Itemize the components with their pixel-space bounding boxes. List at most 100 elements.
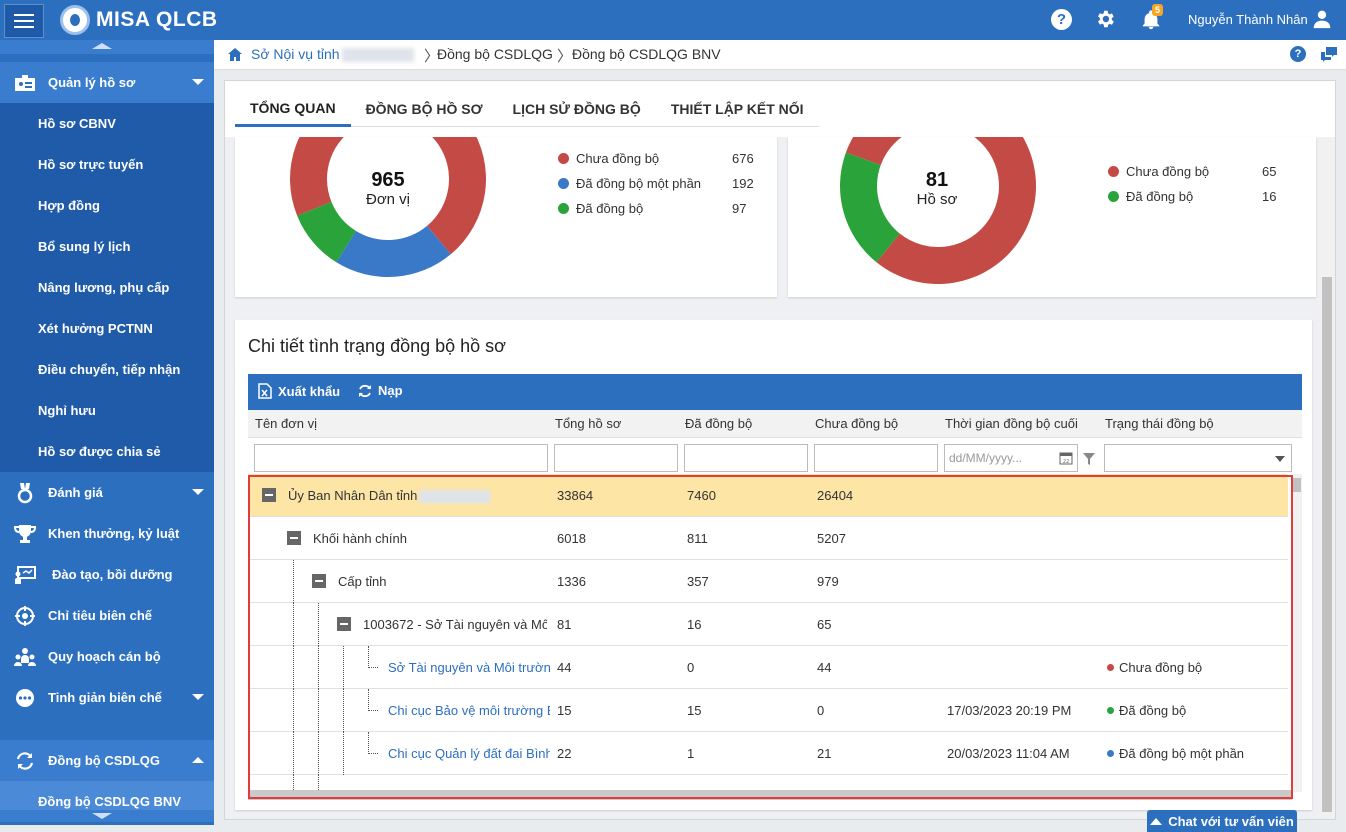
cell-name-link[interactable]: Sở Tài nguyên và Môi trường [388,660,550,675]
sidebar-item-label: Hồ sơ được chia sẻ [38,444,161,459]
table-row[interactable]: Ủy Ban Nhân Dân tỉnh 33864 7460 26404 [248,474,1288,517]
cell-name-link[interactable]: Chi cục Quản lý đất đai Bình [388,746,550,761]
sidebar-group-quy-hoach[interactable]: Quy hoạch cán bộ [0,636,214,677]
sidebar-item-nghi-huu[interactable]: Nghỉ hưu [0,390,214,431]
table-row[interactable]: Khối hành chính 6018 811 5207 [248,517,1288,560]
tree-line [293,646,294,689]
sidebar-item-nang-luong[interactable]: Nâng lương, phụ cấp [0,267,214,308]
cell-total: 44 [557,660,572,675]
sidebar-scroll-up[interactable] [0,40,214,54]
sidebar-group-chi-tieu[interactable]: Chỉ tiêu biên chế [0,595,214,636]
user-name[interactable]: Nguyễn Thành Nhân [1188,12,1308,27]
content-scrollbar[interactable] [1319,137,1335,817]
tab-dong-bo-ho-so[interactable]: ĐỒNG BỘ HỒ SƠ [351,91,498,127]
filter-icon[interactable] [1082,452,1096,466]
sidebar-item-ho-so-chia-se[interactable]: Hồ sơ được chia sẻ [0,431,214,472]
status-badge: Đã đồng bộ một phần [1107,746,1244,761]
column-header-trang-thai[interactable]: Trạng thái đồng bộ [1105,416,1214,431]
tab-thiet-lap-ket-noi[interactable]: THIẾT LẬP KẾT NỐI [656,91,819,127]
table-row[interactable]: Cấp tỉnh 1336 357 979 [248,560,1288,603]
breadcrumb-item-dong-bo-csdlqg[interactable]: Đồng bộ CSDLQG [437,46,553,62]
sidebar-group-label: Đồng bộ CSDLQG [48,753,160,768]
column-header-da-dong-bo[interactable]: Đã đồng bộ [685,416,752,431]
export-button[interactable]: Xuất khẩu [258,383,340,399]
column-header-ten-don-vi[interactable]: Tên đơn vị [255,416,317,431]
column-header-thoi-gian[interactable]: Thời gian đồng bộ cuối [945,416,1078,431]
help-icon[interactable]: ? [1290,46,1306,62]
sync-icon [14,750,36,772]
cell-total: 33864 [557,488,594,503]
collapse-icon[interactable] [287,531,301,545]
table-row[interactable]: Chi cục Quản lý đất đai Bình 22 1 21 20/… [248,732,1288,775]
sidebar-item-label: Nâng lương, phụ cấp [38,280,170,295]
column-header-chua-dong-bo[interactable]: Chưa đồng bộ [815,416,898,431]
reload-button[interactable]: Nạp [358,383,403,398]
sidebar-group-quan-ly-ho-so[interactable]: Quản lý hồ sơ [0,62,214,103]
table-row[interactable]: 1003672 - Sở Tài nguyên và Môi 81 16 65 [248,603,1288,646]
table-scrollbar[interactable] [1292,474,1302,792]
filter-tong-ho-so-input[interactable] [554,444,678,472]
breadcrumb-item-so-noi-vu[interactable]: Sở Nội vụ tỉnh [251,46,414,63]
chart-card-ho-so: 81 Hồ sơ Chưa đồng bộ 65 Đã đồng bộ 16 [788,137,1316,297]
table-row[interactable]: Sở Tài nguyên và Môi trường 44 0 44 Chưa… [248,646,1288,689]
sidebar-scroll-down[interactable] [0,810,214,822]
legend-dot [1108,190,1119,202]
table-horizontal-scrollbar[interactable] [248,790,1292,800]
filter-ten-don-vi-input[interactable] [254,444,548,472]
svg-text:22: 22 [1063,459,1069,465]
help-icon[interactable]: ? [1051,9,1072,30]
legend-dot [1108,165,1119,177]
home-icon[interactable] [227,47,243,62]
sidebar-item-dieu-chuyen[interactable]: Điều chuyển, tiếp nhận [0,349,214,390]
filter-trang-thai-select[interactable] [1104,444,1292,472]
cell-name-link[interactable]: Chi cục Bảo vệ môi trường E [388,703,550,718]
sidebar-item-hop-dong[interactable]: Hợp đồng [0,185,214,226]
notification-badge: 5 [1152,4,1164,16]
tab-lich-su-dong-bo[interactable]: LỊCH SỬ ĐỒNG BỘ [498,91,656,127]
sidebar-item-ho-so-cbnv[interactable]: Hồ sơ CBNV [0,103,214,144]
cell-unsynced: 5207 [817,531,846,546]
sidebar-item-label: Đồng bộ CSDLQG BNV [38,794,181,809]
tree-line [293,732,294,775]
sidebar-group-tinh-gian[interactable]: Tinh giản biên chế [0,677,214,718]
sidebar-group-khen-thuong[interactable]: Khen thưởng, kỷ luật [0,513,214,554]
chevron-down-icon [192,79,204,85]
status-dot [1107,664,1114,671]
tab-bar: TỔNG QUAN ĐỒNG BỘ HỒ SƠ LỊCH SỬ ĐỒNG BỘ … [235,91,819,127]
chat-button[interactable]: Chat với tư vấn viên [1147,810,1297,832]
app-logo[interactable]: MISA QLCB [60,5,218,35]
tree-line [368,646,369,668]
table-row[interactable]: Chi cục Bảo vệ môi trường E 15 15 0 17/0… [248,689,1288,732]
filter-da-dong-bo-input[interactable] [684,444,808,472]
sidebar-item-xet-huong-pctnn[interactable]: Xét hưởng PCTNN [0,308,214,349]
sidebar-group-label: Quản lý hồ sơ [48,75,136,90]
redacted-text [341,48,414,63]
chevron-up-icon [1150,817,1163,825]
reload-label: Nạp [378,383,403,398]
sidebar-group-dao-tao[interactable]: Đào tạo, bồi dưỡng [0,554,214,595]
chevron-up-icon [192,757,204,763]
tab-tong-quan[interactable]: TỔNG QUAN [235,91,351,127]
cell-synced: 811 [687,531,708,546]
sidebar-group-danh-gia[interactable]: Đánh giá [0,472,214,513]
cell-name: Ủy Ban Nhân Dân tỉnh [288,488,492,504]
tree-line [343,732,344,775]
filter-chua-dong-bo-input[interactable] [814,444,938,472]
collapse-icon[interactable] [312,574,326,588]
tree-line [293,689,294,732]
filter-date-input[interactable]: dd/MM/yyyy... 22 [944,444,1078,472]
sidebar-item-ho-so-truc-tuyen[interactable]: Hồ sơ trực tuyến [0,144,214,185]
user-icon[interactable] [1312,9,1332,29]
gear-icon[interactable] [1094,8,1116,30]
collapse-icon[interactable] [337,617,351,631]
top-bar: MISA QLCB ? 5 Nguyễn Thành Nhân [0,0,1346,40]
donut-center-value: 81 [925,169,949,191]
collapse-icon[interactable] [262,488,276,502]
sidebar-group-dong-bo[interactable]: Đồng bộ CSDLQG [0,740,214,781]
cell-total: 1336 [557,574,586,589]
column-header-tong-ho-so[interactable]: Tổng hồ sơ [555,416,621,431]
feedback-chat-icon[interactable] [1320,45,1338,63]
calendar-icon[interactable]: 22 [1059,451,1073,465]
sidebar-item-bo-sung-ly-lich[interactable]: Bổ sung lý lịch [0,226,214,267]
menu-icon[interactable] [4,4,44,38]
